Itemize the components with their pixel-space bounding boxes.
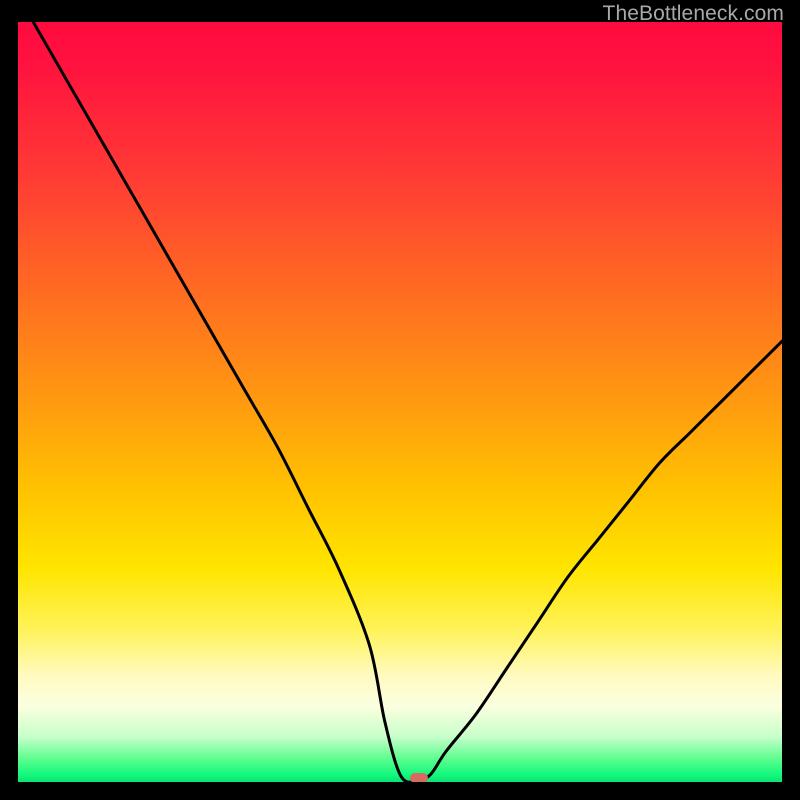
- watermark-text: TheBottleneck.com: [603, 2, 784, 26]
- plot-area: [18, 22, 782, 782]
- chart-frame: TheBottleneck.com: [0, 0, 800, 800]
- background-gradient: [18, 22, 782, 782]
